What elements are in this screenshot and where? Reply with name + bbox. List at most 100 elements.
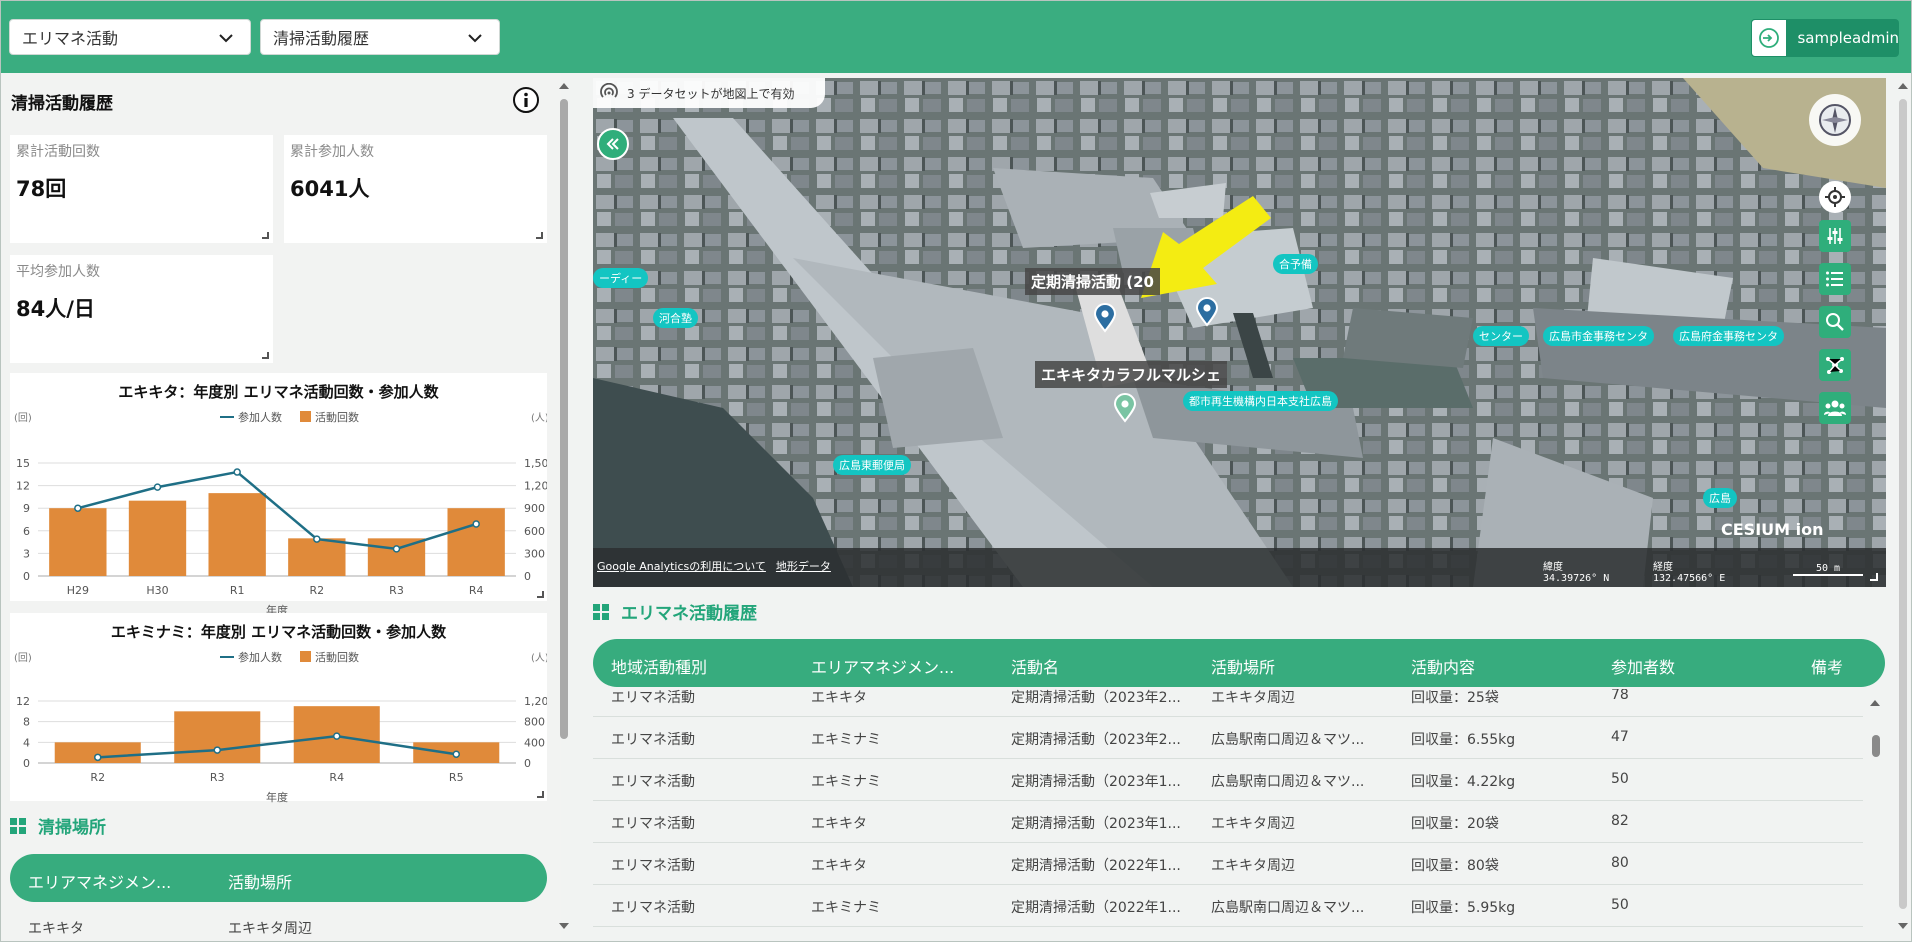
map-view[interactable]: 定期清掃活動 (20 エキキタカラフルマルシェ ーディー 河合塾 合予備 センタ… (593, 78, 1886, 587)
column-header[interactable]: 活動内容 (1411, 654, 1475, 678)
scroll-up-icon[interactable] (1868, 697, 1882, 709)
table-row[interactable]: エリマネ活動 エキキタ 定期清掃活動（2022年1... エキキタ周辺 回収量：80袋 8… (593, 843, 1863, 885)
column-header[interactable]: 活動名 (1011, 654, 1059, 678)
user-button[interactable]: sampleadmin (1751, 19, 1899, 57)
left-panel-scrollbar[interactable] (556, 79, 572, 939)
layer-list-button[interactable] (1819, 263, 1851, 295)
y-tick-right: 1,20 (524, 695, 547, 708)
table-row[interactable]: エリマネ活動 エキキタ 定期清掃活動（2023年1... エキキタ周辺 回収量：20袋 8… (593, 801, 1863, 843)
column-header[interactable]: 活動場所 (1211, 654, 1275, 678)
longitude-label: 経度 (1653, 562, 1673, 573)
collapse-panel-button[interactable] (597, 128, 629, 160)
chart-title: エキキタ：年度別 エリマネ活動回数・参加人数 (118, 383, 439, 401)
y-tick-left: 6 (23, 525, 30, 538)
map-marker-label[interactable]: エキキタカラフルマルシェ (1035, 361, 1228, 388)
location-pin-icon[interactable] (1093, 303, 1117, 333)
column-header[interactable]: エリアマネジメン... (811, 654, 954, 678)
location-pin-icon[interactable] (1113, 393, 1137, 423)
latitude-value: 34.39726° N (1543, 573, 1610, 584)
resize-handle-icon[interactable] (1870, 573, 1878, 581)
compass-navigation[interactable] (1809, 94, 1861, 146)
terrain-data-link[interactable]: 地形データ (776, 558, 831, 574)
map-marker-label[interactable]: 定期清掃活動 (20 (1025, 268, 1160, 295)
table-row[interactable]: エリマネ活動 エキミナミ 定期清掃活動（2023年2... 広島駅南口周辺＆マツ...… (593, 717, 1863, 759)
sliders-icon (1827, 228, 1843, 244)
table-cell: 回収量：25袋 (1411, 690, 1499, 706)
column-header[interactable]: エリアマネジメン... (28, 869, 171, 893)
scroll-up-icon[interactable] (556, 79, 572, 93)
scroll-down-icon[interactable] (1895, 919, 1911, 933)
column-header[interactable]: 備考 (1811, 654, 1843, 678)
y-axis-right-label: (人) (531, 652, 547, 664)
x-tick: R1 (230, 584, 245, 597)
locate-button[interactable] (1819, 181, 1851, 213)
y-tick-right: 900 (524, 502, 545, 515)
map-facility-tag[interactable]: センター (1473, 326, 1529, 346)
column-header[interactable]: 活動場所 (228, 869, 292, 893)
table-row[interactable]: エリマネ活動 エキキタ 定期清掃活動（2023年2... エキキタ周辺 回収量：25袋 7… (593, 689, 1863, 717)
location-pin-icon[interactable] (1195, 297, 1219, 327)
table-row[interactable]: エリマネ活動 エキミナミ 定期清掃活動（2023年1... 広島駅南口周辺＆マツ...… (593, 759, 1863, 801)
right-panel-scrollbar[interactable] (1895, 79, 1911, 939)
dataset-notice[interactable]: 3 データセットが地図上で有効 (593, 78, 825, 108)
table-cell: 定期清掃活動（2022年1... (1011, 858, 1181, 874)
map-facility-tag[interactable]: 広島東郵便局 (833, 455, 911, 475)
map-facility-tag[interactable]: 広島府金事務センタ (1673, 326, 1784, 346)
users-icon (1824, 400, 1846, 416)
table-cell: 47 (1611, 729, 1629, 745)
table-row[interactable]: エリマネ活動 エキミナミ 定期清掃活動（2022年1... 広島駅南口周辺＆マツ...… (593, 885, 1863, 927)
table-cell: 定期清掃活動（2022年1... (1011, 900, 1181, 916)
history-scroll-thumb[interactable] (1872, 735, 1880, 757)
resize-handle-icon[interactable] (537, 591, 544, 598)
map-facility-tag[interactable]: 広島市金事務センタ (1543, 326, 1654, 346)
legend-label: 活動回数 (315, 410, 359, 424)
stat-value: 84人/日 (16, 297, 95, 321)
crosshair-icon (1825, 187, 1845, 207)
legend-label: 活動回数 (315, 650, 359, 664)
map-facility-tag[interactable]: ーディー (593, 268, 649, 288)
scroll-thumb[interactable] (560, 99, 568, 739)
resize-handle-icon[interactable] (537, 791, 544, 798)
users-button[interactable] (1819, 392, 1851, 424)
table-cell: 広島駅南口周辺＆マツ... (1211, 900, 1365, 916)
table-row[interactable]: エキキタ エキキタ周辺 (10, 906, 547, 941)
stat-card-total-participants: 累計参加人数 6041人 (284, 135, 547, 243)
table-cell: エリマネ活動 (611, 858, 695, 874)
y-tick-left: 12 (16, 695, 30, 708)
map-facility-tag[interactable]: 河合塾 (653, 308, 698, 328)
cesium-logo: CESIUM ion (1721, 520, 1824, 539)
grid-icon (10, 817, 26, 834)
resize-handle-icon[interactable] (536, 232, 543, 239)
grid-icon (593, 603, 609, 620)
legend-bar-swatch (300, 651, 311, 662)
y-tick-right: 600 (524, 525, 545, 538)
scroll-up-icon[interactable] (1895, 79, 1911, 93)
table-cell: エリマネ活動 (611, 900, 695, 916)
dataset-dropdown[interactable]: 清掃活動履歴 (260, 19, 500, 55)
column-header[interactable]: 参加者数 (1611, 654, 1675, 678)
map-facility-tag[interactable]: 都市再生機構内日本支社広島 (1183, 391, 1338, 411)
map-search-button[interactable] (1819, 306, 1851, 338)
bar (49, 508, 107, 576)
resize-handle-icon[interactable] (262, 232, 269, 239)
chevron-down-icon (219, 34, 233, 43)
map-facility-tag[interactable]: 広島 (1703, 488, 1737, 508)
column-header[interactable]: 地域活動種別 (611, 654, 707, 678)
series-line (97, 734, 457, 759)
network-button[interactable] (1819, 349, 1851, 381)
history-table-header: 地域活動種別 エリアマネジメン... 活動名 活動場所 活動内容 参加者数 備考 (593, 639, 1885, 687)
line-point (472, 520, 480, 528)
category-dropdown[interactable]: エリマネ活動 (9, 19, 251, 55)
map-facility-tag[interactable]: 合予備 (1273, 254, 1318, 274)
info-icon[interactable] (512, 86, 540, 114)
scroll-down-icon[interactable] (556, 919, 572, 933)
table-cell: 回収量：5.95kg (1411, 900, 1516, 916)
layer-settings-button[interactable] (1819, 220, 1851, 252)
search-icon (1826, 313, 1844, 331)
table-cell: エキキタ周辺 (1211, 858, 1295, 874)
scroll-thumb[interactable] (1899, 99, 1907, 909)
y-tick-left: 12 (16, 480, 30, 493)
table-cell: エキミナミ (811, 774, 881, 790)
analytics-link[interactable]: Google Analyticsの利用について (597, 558, 766, 574)
resize-handle-icon[interactable] (262, 352, 269, 359)
